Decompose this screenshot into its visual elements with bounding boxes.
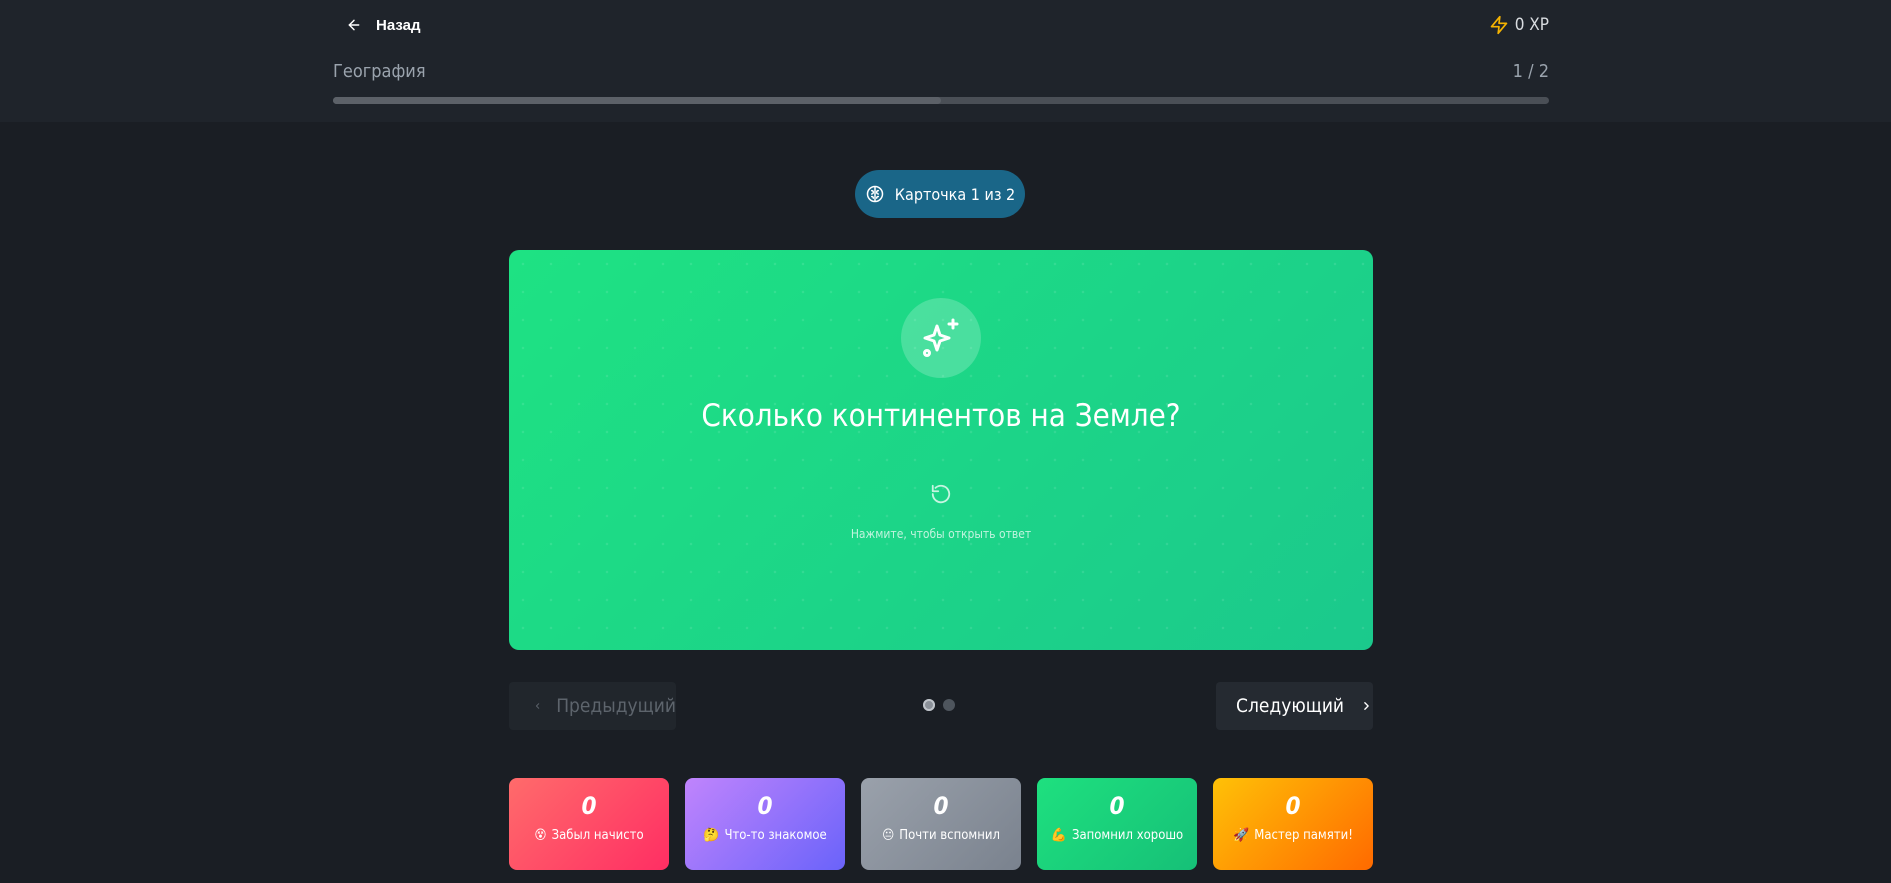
header-bar: Назад 0 XP География 1 / 2	[0, 0, 1891, 122]
rating-label: 😐 Почти вспомнил	[882, 828, 1000, 843]
rating-text: Мастер памяти!	[1254, 828, 1353, 843]
next-label: Следующий	[1236, 695, 1345, 717]
rating-label: 💪 Запомнил хорошо	[1051, 828, 1183, 843]
rating-label: 😵 Забыл начисто	[534, 828, 643, 843]
pager-dot-1[interactable]	[923, 699, 935, 711]
sparkles-icon	[923, 318, 959, 357]
progress-fill	[333, 97, 941, 104]
rocket-icon: 🚀	[1233, 828, 1250, 843]
progress-bar	[333, 97, 1549, 104]
rating-remembered[interactable]: 0 💪 Запомнил хорошо	[1037, 778, 1197, 870]
rating-text: Почти вспомнил	[899, 828, 1000, 843]
arrow-left-icon	[348, 19, 360, 31]
card-indicator: Карточка 1 из 2	[855, 170, 1025, 218]
xp-counter: 0 XP	[1489, 12, 1549, 38]
thinking-face-icon: 🤔	[703, 828, 720, 843]
rating-count: 0	[757, 792, 773, 820]
rating-text: Запомнил хорошо	[1071, 828, 1184, 843]
rotate-icon	[931, 484, 951, 504]
dizzy-face-icon: 😵	[534, 828, 547, 843]
xp-label: 0 XP	[1514, 15, 1549, 35]
rating-text: Забыл начисто	[551, 828, 644, 843]
flip-hint: Нажмите, чтобы открыть ответ	[850, 527, 1032, 541]
chevron-left-icon	[535, 703, 540, 709]
subject-title: География	[333, 61, 426, 82]
chevron-right-icon	[1364, 702, 1369, 710]
rating-label: 🤔 Что-то знакомое	[703, 828, 827, 843]
brain-icon	[866, 185, 884, 203]
rating-master[interactable]: 0 🚀 Мастер памяти!	[1213, 778, 1373, 870]
sparkle-badge	[901, 298, 981, 378]
neutral-face-icon: 😐	[882, 828, 895, 843]
flashcard-question: Сколько континентов на Земле?	[701, 398, 1181, 434]
rating-almost[interactable]: 0 😐 Почти вспомнил	[861, 778, 1021, 870]
rating-count: 0	[1109, 792, 1125, 820]
rating-familiar[interactable]: 0 🤔 Что-то знакомое	[685, 778, 845, 870]
lightning-icon	[1490, 15, 1508, 35]
previous-button[interactable]: Предыдущий	[509, 682, 676, 730]
card-pager	[923, 699, 955, 711]
card-indicator-label: Карточка 1 из 2	[894, 184, 1016, 204]
back-label: Назад	[376, 16, 421, 34]
next-button[interactable]: Следующий	[1216, 682, 1373, 730]
previous-label: Предыдущий	[556, 695, 676, 717]
flexed-biceps-icon: 💪	[1050, 828, 1067, 843]
rating-count: 0	[581, 792, 597, 820]
rating-count: 0	[1285, 792, 1301, 820]
pager-dot-2[interactable]	[943, 699, 955, 711]
rating-count: 0	[933, 792, 949, 820]
progress-counter: 1 / 2	[1512, 61, 1549, 82]
rating-forgot[interactable]: 0 😵 Забыл начисто	[509, 778, 669, 870]
rating-text: Что-то знакомое	[724, 828, 827, 843]
flashcard[interactable]: Сколько континентов на Земле? Нажмите, ч…	[509, 250, 1373, 650]
rating-label: 🚀 Мастер памяти!	[1233, 828, 1353, 843]
back-button[interactable]: Назад	[346, 12, 420, 38]
